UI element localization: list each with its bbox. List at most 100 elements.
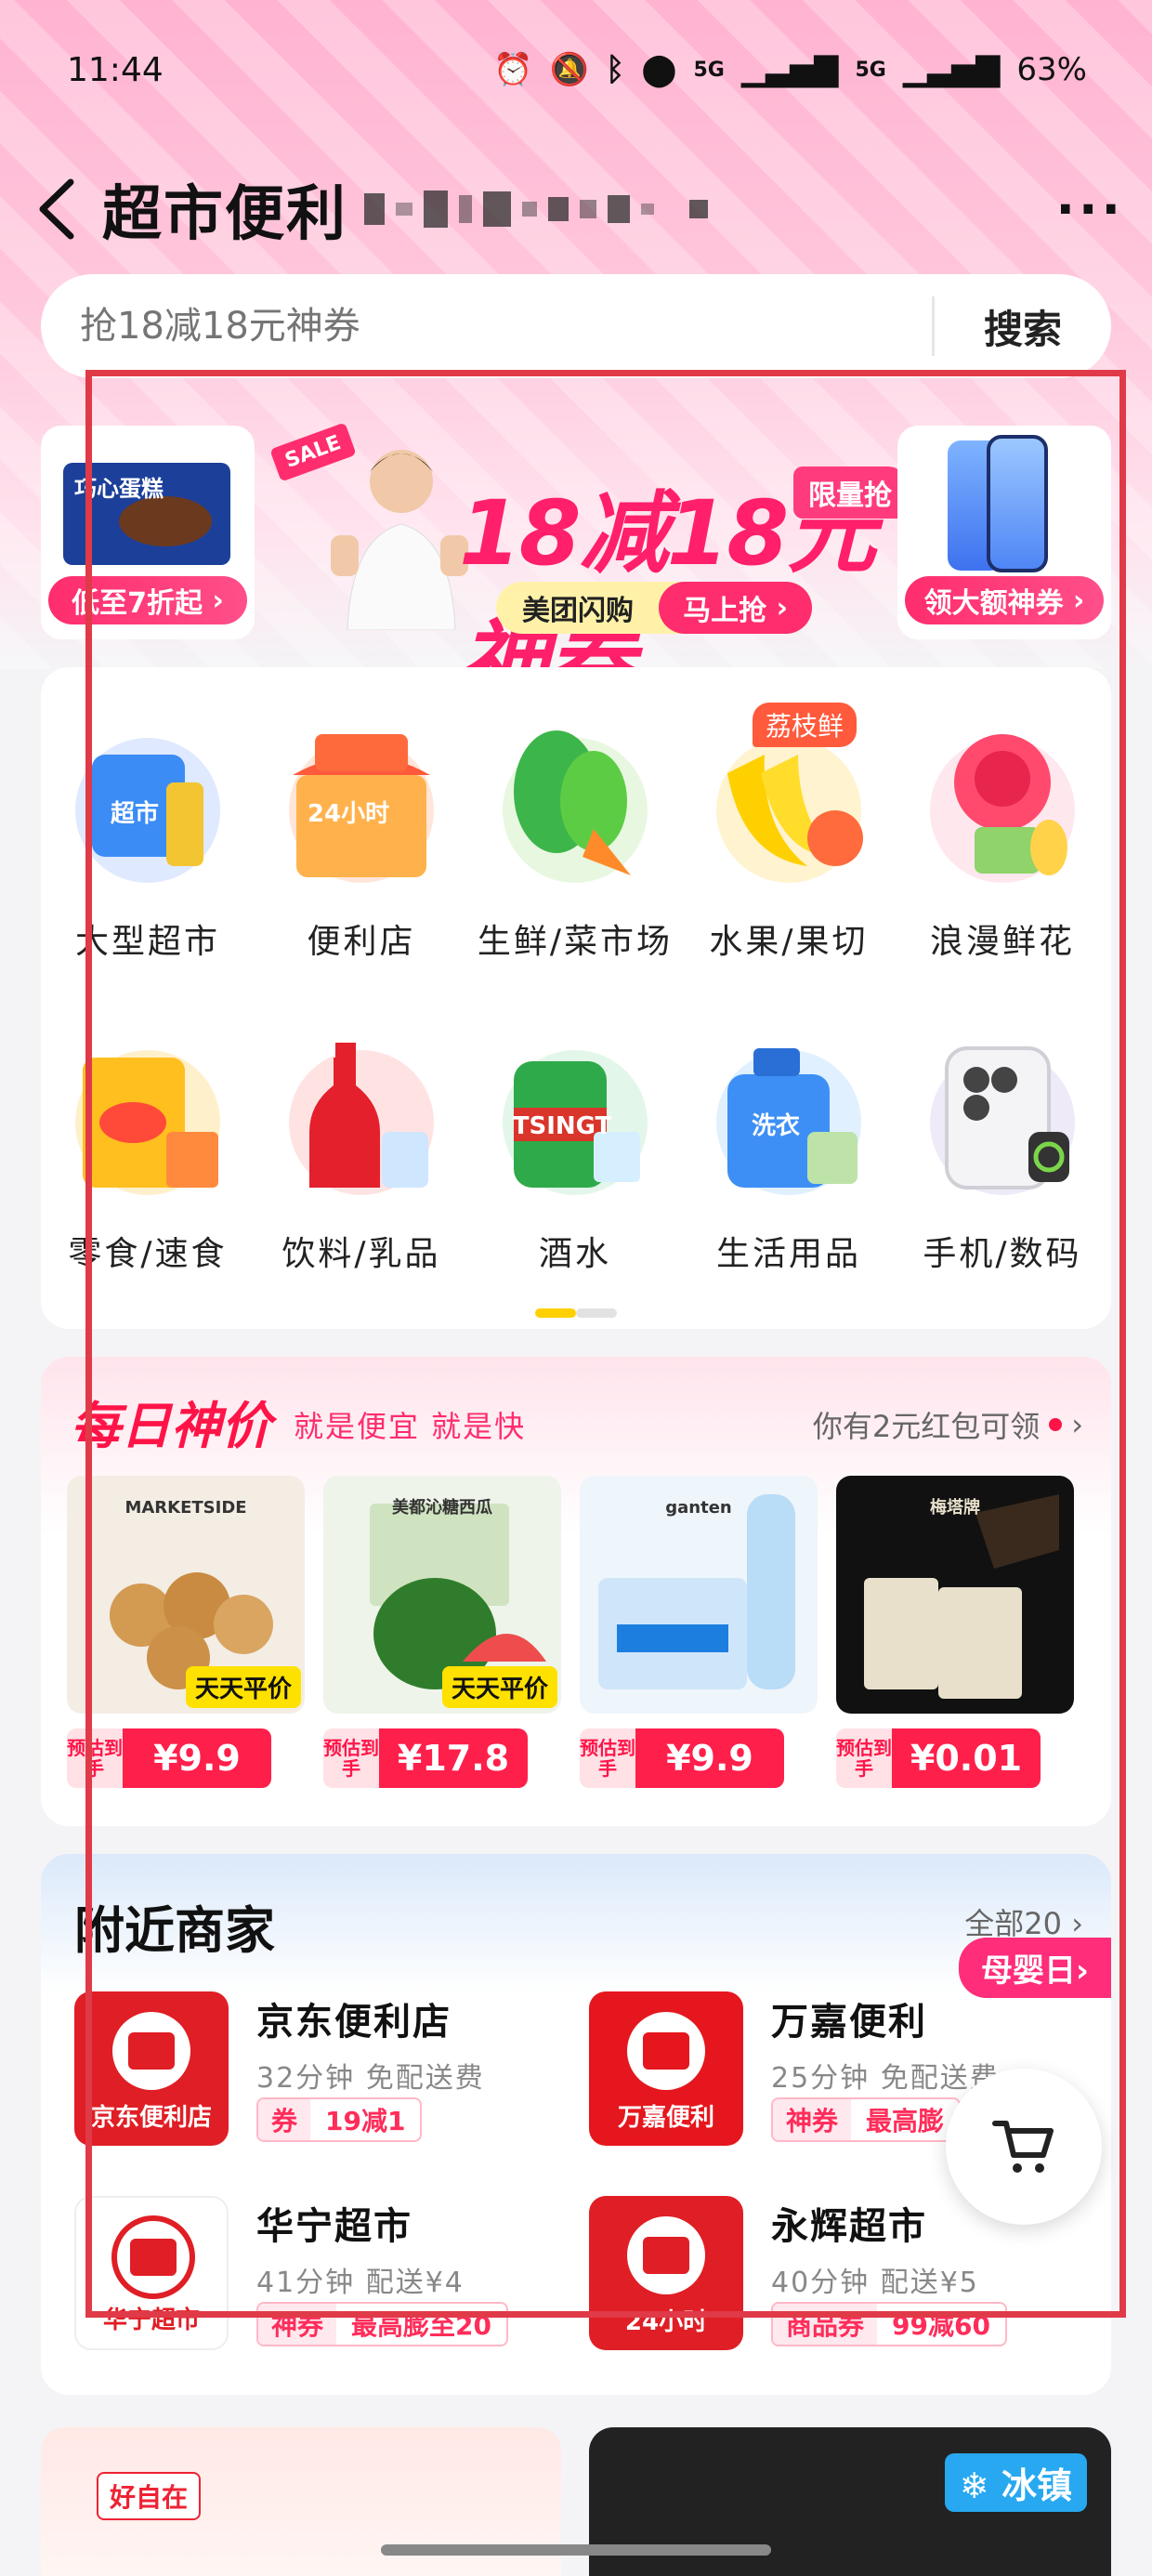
more-options-button[interactable]: ··· xyxy=(1055,180,1124,239)
store-name: 万嘉便利 xyxy=(771,2001,927,2044)
store-name: 永辉超市 xyxy=(771,2205,927,2248)
banner-main[interactable]: SALE 18减18元神券 限量抢 美团闪购 马上抢 › xyxy=(269,422,923,715)
title-bar: 超市便利 ··· xyxy=(28,163,1124,256)
banner-cta-button[interactable]: 马上抢 › xyxy=(659,582,812,634)
cart-icon xyxy=(992,2121,1054,2173)
store-logo-mark xyxy=(112,2012,190,2090)
banner-right-card[interactable]: 领大额神券 › xyxy=(897,426,1111,639)
product-image-text: MARKETSIDE xyxy=(124,1498,246,1518)
store-logo-mark xyxy=(627,2216,705,2294)
deal-card[interactable]: 梅塔牌 预估到手 ¥0.01 xyxy=(836,1476,1074,1801)
store-logo-text: 华宁超市 xyxy=(102,2307,200,2334)
back-button[interactable] xyxy=(28,172,84,246)
category-item[interactable]: 手机/数码 xyxy=(896,1002,1109,1290)
category-item[interactable]: 超市大型超市 xyxy=(41,690,255,978)
spokesperson-image xyxy=(331,450,468,630)
red-packet-link[interactable]: 你有2元红包可领 › xyxy=(813,1403,1083,1446)
pager-dot-active xyxy=(535,1308,576,1318)
banner-left-card[interactable]: 巧心蛋糕 低至7折起 › xyxy=(41,426,255,639)
signal-bars-icon: ▁▃▅▇ xyxy=(902,51,1001,88)
store-logo: 京东便利店 xyxy=(74,1991,229,2146)
deal-price-tag: 预估到手 ¥9.9 xyxy=(580,1728,784,1788)
promo-banner[interactable]: 巧心蛋糕 低至7折起 › SALE 18减18元神券 限量抢 美团闪购 马上抢 … xyxy=(41,422,1111,715)
product-image: 美都沁糖西瓜 天天平价 xyxy=(323,1476,561,1714)
coupon-value: 19减1 xyxy=(325,2106,406,2136)
deals-row: MARKETSIDE 天天平价 预估到手 ¥9.9 美都沁糖西瓜 天天平价 预估… xyxy=(67,1476,1074,1801)
deal-price: ¥9.9 xyxy=(123,1728,271,1788)
category-pager xyxy=(535,1308,617,1318)
banner-brand: 美团闪购 xyxy=(522,595,634,627)
page-title: 超市便利 xyxy=(102,180,347,249)
store-logo-text: 京东便利店 xyxy=(90,2104,212,2132)
store-logo-mark xyxy=(111,2215,195,2299)
store-card[interactable]: 京东便利店 京东便利店 32分钟 免配送费 券 19减1 xyxy=(74,1991,576,2159)
home-indicator[interactable] xyxy=(381,2544,771,2556)
search-bar: 搜索 xyxy=(41,274,1111,378)
deal-price-tag: 预估到手 ¥0.01 xyxy=(836,1728,1041,1788)
price-prefix: 预估到手 xyxy=(323,1728,379,1788)
category-label: 生鲜/菜市场 xyxy=(477,923,674,961)
nearby-title: 附近商家 xyxy=(74,1901,275,1960)
deal-badge: 天天平价 xyxy=(441,1666,557,1708)
store-coupon: 神券 最高膨 xyxy=(771,2097,962,2142)
store-name: 华宁超市 xyxy=(256,2205,412,2248)
status-bar: 11:44 ⏰ 🔕 ᛒ ⬤ 5G ▁▃▅▇ 5G ▁▃▅▇ 63% xyxy=(0,37,1152,102)
product-image: MARKETSIDE 天天平价 xyxy=(67,1476,305,1714)
cart-button[interactable] xyxy=(946,2069,1102,2225)
redacted-location xyxy=(364,191,708,228)
supermarket-bag-icon: 超市 xyxy=(75,738,220,883)
category-item[interactable]: 饮料/乳品 xyxy=(255,1002,468,1290)
category-label: 浪漫鲜花 xyxy=(929,923,1075,961)
category-item[interactable]: 零食/速食 xyxy=(41,1002,255,1290)
store-meta: 25分钟 免配送费 xyxy=(771,2062,1000,2095)
store-logo: 华宁超市 xyxy=(74,2196,229,2350)
store-coupon: 神券 最高膨至20 xyxy=(256,2302,508,2346)
category-item[interactable]: 24小时 便利店 xyxy=(255,690,468,978)
vegetable-icon xyxy=(503,730,648,883)
store-logo-mark xyxy=(627,2012,705,2090)
deal-badge: 天天平价 xyxy=(185,1666,301,1708)
coupon-key: 商品券 xyxy=(773,2304,878,2345)
store-logo: 24小时 xyxy=(589,2196,743,2350)
phone-watch-icon xyxy=(930,1046,1075,1195)
deal-card[interactable]: MARKETSIDE 天天平价 预估到手 ¥9.9 xyxy=(67,1476,305,1801)
deal-card[interactable]: ganten 预估到手 ¥9.9 xyxy=(580,1476,818,1801)
battery-level: 63% xyxy=(1016,51,1087,88)
category-label: 大型超市 xyxy=(74,923,220,961)
deal-price: ¥0.01 xyxy=(892,1728,1041,1788)
deal-price: ¥9.9 xyxy=(635,1728,784,1788)
deals-subtitle: 就是便宜 就是快 xyxy=(294,1409,527,1444)
store-meta: 32分钟 免配送费 xyxy=(256,2062,485,2095)
category-icon-text: TSINGT xyxy=(513,1112,612,1140)
banner-left-label: 低至7折起 › xyxy=(48,576,247,624)
category-icon-text: 超市 xyxy=(111,799,159,828)
category-item[interactable]: 浪漫鲜花 xyxy=(896,690,1109,978)
store-logo-text: 万嘉便利 xyxy=(617,2104,714,2132)
search-input[interactable] xyxy=(41,305,932,348)
notification-dot xyxy=(1049,1418,1063,1431)
beer-can-icon: TSINGT xyxy=(503,1050,648,1195)
price-prefix: 预估到手 xyxy=(836,1728,892,1788)
store-logo-text: 24小时 xyxy=(624,2308,708,2336)
category-item[interactable]: 生鲜/菜市场 xyxy=(468,690,682,978)
mute-bell-icon: 🔕 xyxy=(549,51,590,88)
store-meta: 40分钟 配送¥5 xyxy=(771,2267,979,2299)
chevron-left-icon xyxy=(39,178,74,240)
chevron-right-icon: › xyxy=(1071,1407,1083,1442)
mom-baby-day-badge[interactable]: 母婴日› xyxy=(958,1938,1111,1998)
store-card[interactable]: 华宁超市 华宁超市 41分钟 配送¥4 神券 最高膨至20 xyxy=(74,2196,576,2363)
banner-left-product: 巧心蛋糕 xyxy=(74,476,164,502)
category-item[interactable]: 洗衣 生活用品 xyxy=(682,1002,896,1290)
deal-card[interactable]: 美都沁糖西瓜 天天平价 预估到手 ¥17.8 xyxy=(323,1476,561,1801)
category-label: 酒水 xyxy=(538,1235,611,1273)
category-item[interactable]: 荔枝鲜 水果/果切 xyxy=(682,690,896,978)
rose-icon xyxy=(930,734,1075,883)
coupon-key: 神券 xyxy=(773,2099,852,2140)
search-button[interactable]: 搜索 xyxy=(935,298,1111,355)
category-label: 零食/速食 xyxy=(68,1235,228,1273)
banner-cta-bar[interactable]: 美团闪购 马上抢 › xyxy=(496,582,812,634)
coupon-key: 神券 xyxy=(258,2304,337,2345)
category-item[interactable]: TSINGT 酒水 xyxy=(468,1002,682,1290)
price-prefix: 预估到手 xyxy=(67,1728,123,1788)
category-label: 生活用品 xyxy=(715,1235,861,1273)
